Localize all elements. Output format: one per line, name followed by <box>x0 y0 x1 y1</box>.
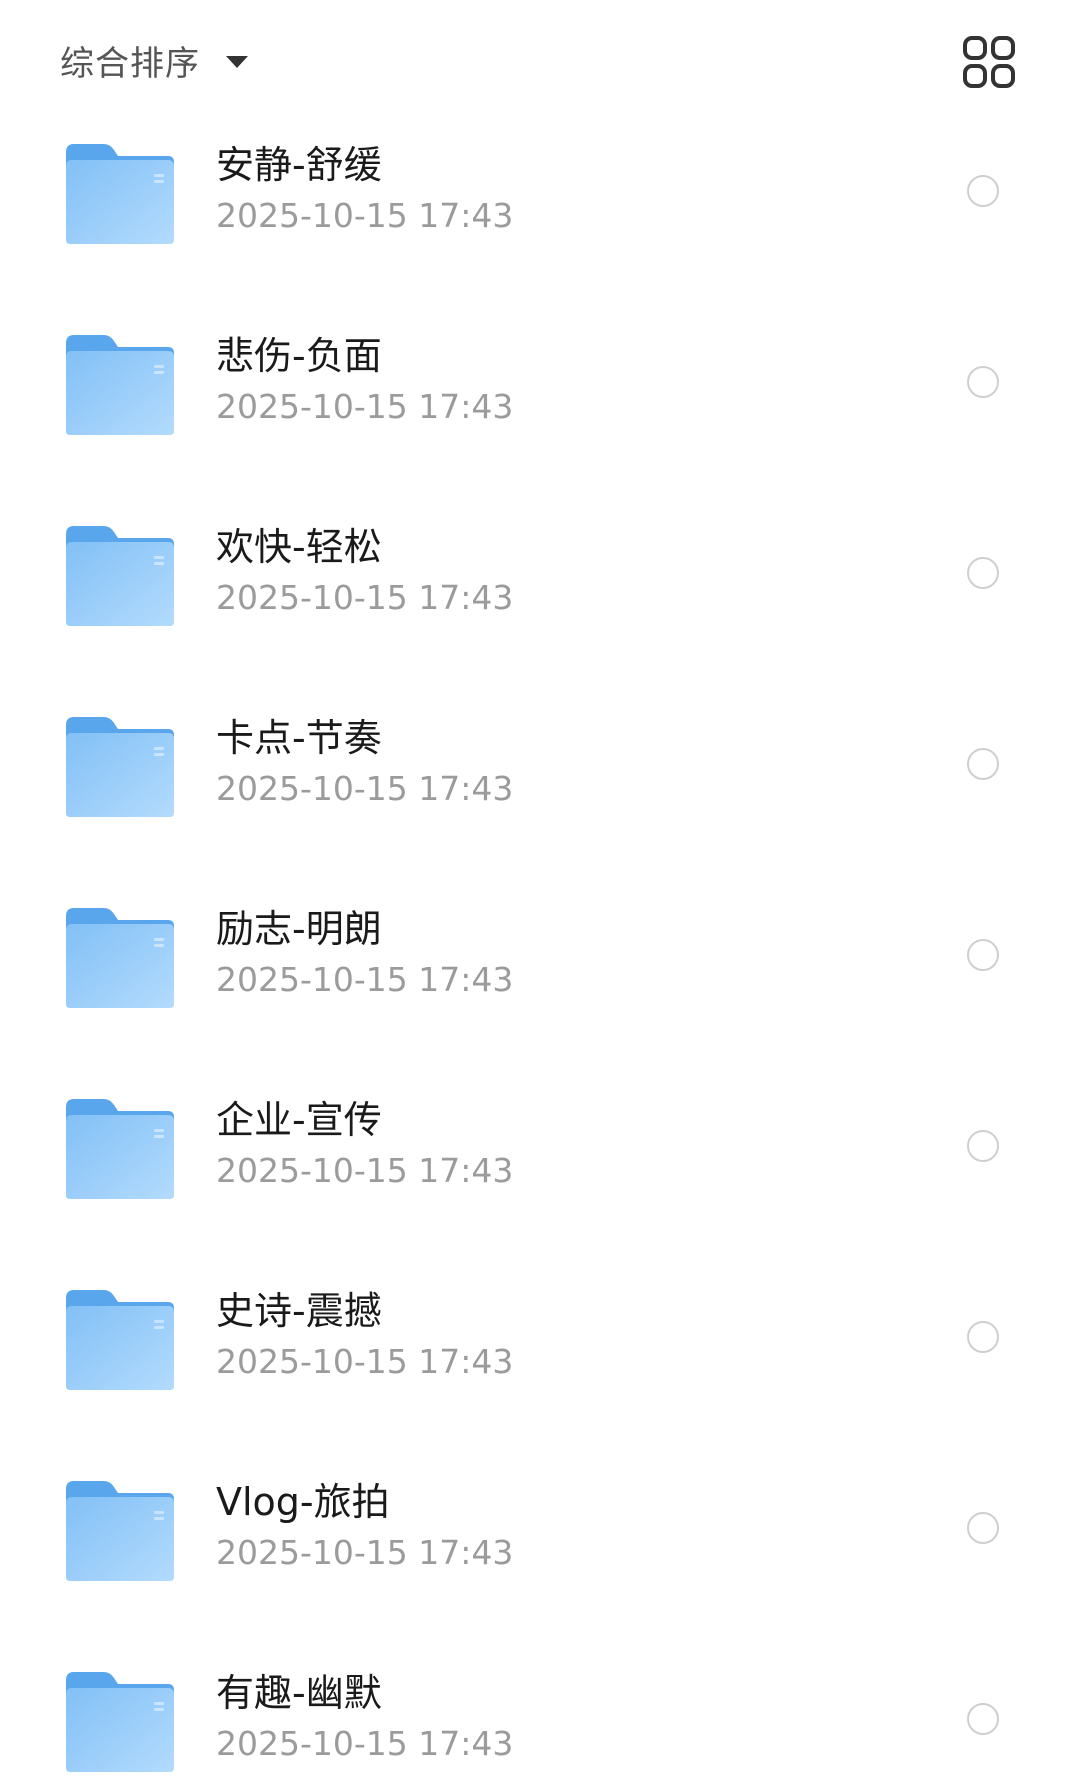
folder-name: 欢快-轻松 <box>216 525 382 569</box>
folder-name: 卡点-节奏 <box>216 716 382 760</box>
folder-name: 有趣-幽默 <box>216 1671 382 1715</box>
select-radio[interactable] <box>967 1512 999 1544</box>
select-radio[interactable] <box>967 1321 999 1353</box>
folder-icon <box>66 1099 174 1199</box>
folder-modified-time: 2025-10-15 17:43 <box>216 1151 514 1190</box>
list-item[interactable]: Vlog-旅拍 2025-10-15 17:43 <box>0 1433 1080 1624</box>
list-item[interactable]: 欢快-轻松 2025-10-15 17:43 <box>0 478 1080 669</box>
list-item[interactable]: 励志-明朗 2025-10-15 17:43 <box>0 860 1080 1051</box>
grid-view-button[interactable] <box>962 35 1016 89</box>
folder-modified-time: 2025-10-15 17:43 <box>216 960 514 999</box>
select-radio[interactable] <box>967 939 999 971</box>
select-radio[interactable] <box>967 748 999 780</box>
select-radio[interactable] <box>967 1703 999 1735</box>
folder-list: 安静-舒缓 2025-10-15 17:43 悲伤-负面 2025-10-15 … <box>0 96 1080 1790</box>
list-item[interactable]: 悲伤-负面 2025-10-15 17:43 <box>0 287 1080 478</box>
folder-icon <box>66 1481 174 1581</box>
folder-name: 企业-宣传 <box>216 1098 382 1142</box>
list-item[interactable]: 史诗-震撼 2025-10-15 17:43 <box>0 1242 1080 1433</box>
list-item[interactable]: 卡点-节奏 2025-10-15 17:43 <box>0 669 1080 860</box>
folder-modified-time: 2025-10-15 17:43 <box>216 1724 514 1763</box>
folder-modified-time: 2025-10-15 17:43 <box>216 196 514 235</box>
folder-icon <box>66 526 174 626</box>
folder-modified-time: 2025-10-15 17:43 <box>216 1342 514 1381</box>
folder-modified-time: 2025-10-15 17:43 <box>216 578 514 617</box>
select-radio[interactable] <box>967 366 999 398</box>
folder-icon <box>66 335 174 435</box>
list-item[interactable]: 有趣-幽默 2025-10-15 17:43 <box>0 1624 1080 1790</box>
folder-modified-time: 2025-10-15 17:43 <box>216 1533 514 1572</box>
select-radio[interactable] <box>967 1130 999 1162</box>
grid-view-icon <box>963 36 1015 88</box>
folder-icon <box>66 717 174 817</box>
sort-label: 综合排序 <box>60 43 200 84</box>
caret-down-icon <box>226 56 248 68</box>
folder-icon <box>66 908 174 1008</box>
folder-name: 史诗-震撼 <box>216 1289 382 1333</box>
folder-icon <box>66 1672 174 1772</box>
folder-icon <box>66 1290 174 1390</box>
select-radio[interactable] <box>967 175 999 207</box>
select-radio[interactable] <box>967 557 999 589</box>
folder-name: 悲伤-负面 <box>216 334 382 378</box>
file-list-sheet: 综合排序 安静-舒缓 2025-10-15 17:43 悲伤-负面 2025-1… <box>0 0 1080 1790</box>
sort-dropdown[interactable]: 综合排序 <box>60 36 248 84</box>
folder-modified-time: 2025-10-15 17:43 <box>216 769 514 808</box>
list-item[interactable]: 企业-宣传 2025-10-15 17:43 <box>0 1051 1080 1242</box>
folder-name: 励志-明朗 <box>216 907 382 951</box>
folder-modified-time: 2025-10-15 17:43 <box>216 387 514 426</box>
folder-name: Vlog-旅拍 <box>216 1480 390 1524</box>
list-item[interactable]: 安静-舒缓 2025-10-15 17:43 <box>0 96 1080 287</box>
folder-name: 安静-舒缓 <box>216 143 382 187</box>
folder-icon <box>66 144 174 244</box>
